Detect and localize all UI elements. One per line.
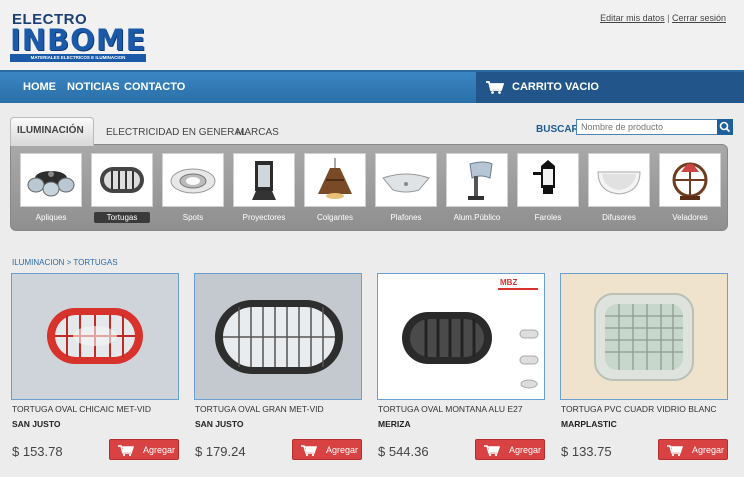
- product-name[interactable]: TORTUGA OVAL MONTANA ALU E27: [378, 404, 523, 414]
- search-icon: [719, 121, 731, 133]
- proyectores-image: [233, 153, 295, 207]
- cart-icon: [484, 445, 500, 456]
- add-button-label: Agregar: [509, 445, 542, 455]
- cart-icon: [486, 81, 504, 94]
- product-name[interactable]: TORTUGA OVAL CHICAIC MET-VID: [12, 404, 151, 414]
- category-label: Veladores: [672, 213, 708, 222]
- product-brand: SAN JUSTO: [12, 419, 61, 429]
- tab-iluminacion[interactable]: ILUMINACIÓN: [10, 117, 94, 146]
- breadcrumb[interactable]: ILUMINACION > TORTUGAS: [12, 258, 118, 267]
- nav-noticias[interactable]: NOTICIAS: [67, 81, 120, 93]
- category-label: Proyectores: [242, 213, 286, 222]
- product-image[interactable]: [11, 273, 179, 400]
- search-button[interactable]: [717, 119, 733, 135]
- apliques-image: [20, 153, 82, 207]
- add-button-label: Agregar: [692, 445, 725, 455]
- plafones-image: [375, 153, 437, 207]
- search-input[interactable]: [576, 119, 718, 135]
- product-brand: MARPLASTIC: [561, 419, 617, 429]
- cart-icon: [667, 445, 683, 456]
- cart-button[interactable]: CARRITO VACIO: [476, 72, 744, 103]
- add-to-cart-button[interactable]: Agregar: [475, 439, 545, 460]
- category-veladores[interactable]: Veladores: [659, 153, 721, 225]
- category-tortugas[interactable]: Tortugas: [91, 153, 153, 225]
- product-name[interactable]: TORTUGA PVC CUADR VIDRIO BLANC: [561, 404, 717, 414]
- category-apliques[interactable]: Apliques: [20, 153, 82, 225]
- edit-profile-link[interactable]: Editar mis datos: [600, 13, 665, 23]
- category-colgantes[interactable]: Colgantes: [304, 153, 366, 225]
- veladores-image: [659, 153, 721, 207]
- logout-link[interactable]: Cerrar sesión: [672, 13, 726, 23]
- faroles-image: [517, 153, 579, 207]
- alum-publico-image: [446, 153, 508, 207]
- cart-icon: [118, 445, 134, 456]
- product-card: TORTUGA OVAL GRAN MET-VID SAN JUSTO $ 17…: [194, 273, 362, 468]
- product-price: $ 133.75: [561, 444, 612, 459]
- product-image[interactable]: MBZ: [377, 273, 545, 400]
- category-label: Tortugas: [94, 212, 150, 223]
- logo-tagline: MATERIALES ELECTRICOS E ILUMINACION: [10, 54, 146, 62]
- product-image[interactable]: [560, 273, 728, 400]
- logo-main-text: INBOME: [10, 23, 147, 57]
- category-label: Plafones: [390, 213, 422, 222]
- category-faroles[interactable]: Faroles: [517, 153, 579, 225]
- product-price: $ 544.36: [378, 444, 429, 459]
- product-brand: SAN JUSTO: [195, 419, 244, 429]
- svg-text:MBZ: MBZ: [500, 278, 517, 287]
- product-name[interactable]: TORTUGA OVAL GRAN MET-VID: [195, 404, 324, 414]
- add-to-cart-button[interactable]: Agregar: [292, 439, 362, 460]
- category-alum-publico[interactable]: Alum.Público: [446, 153, 508, 225]
- category-label: Apliques: [35, 213, 67, 222]
- link-separator: |: [667, 13, 670, 23]
- nav-contacto[interactable]: CONTACTO: [124, 81, 185, 93]
- product-price: $ 153.78: [12, 444, 63, 459]
- product-card: TORTUGA PVC CUADR VIDRIO BLANC MARPLASTI…: [560, 273, 728, 468]
- logo[interactable]: ELECTRO INBOME MATERIALES ELECTRICOS E I…: [10, 12, 150, 62]
- category-plafones[interactable]: Plafones: [375, 153, 437, 225]
- category-label: Colgantes: [316, 213, 354, 222]
- product-image[interactable]: [194, 273, 362, 400]
- category-proyectores[interactable]: Proyectores: [233, 153, 295, 225]
- product-card: MBZ TORTUGA OVAL MONTANA ALU E27 MERIZA …: [377, 273, 545, 468]
- colgantes-image: [304, 153, 366, 207]
- tortugas-image: [91, 153, 153, 207]
- category-label: Difusores: [602, 213, 636, 222]
- nav-home[interactable]: HOME: [23, 81, 56, 93]
- user-links: Editar mis datos | Cerrar sesión: [600, 13, 726, 23]
- header: ELECTRO INBOME MATERIALES ELECTRICOS E I…: [0, 0, 744, 70]
- product-brand: MERIZA: [378, 419, 411, 429]
- difusores-image: [588, 153, 650, 207]
- main-nav: HOME NOTICIAS CONTACTO CARRITO VACIO: [0, 70, 744, 103]
- category-label: Spots: [182, 213, 204, 222]
- search-label: BUSCAR: [536, 124, 579, 135]
- category-panel: Apliques Tortugas Spots Proyectores Colg…: [10, 144, 728, 231]
- add-to-cart-button[interactable]: Agregar: [109, 439, 179, 460]
- add-button-label: Agregar: [143, 445, 176, 455]
- product-price: $ 179.24: [195, 444, 246, 459]
- cart-icon: [301, 445, 317, 456]
- product-card: TORTUGA OVAL CHICAIC MET-VID SAN JUSTO $…: [11, 273, 179, 468]
- category-label: Alum.Público: [453, 213, 501, 222]
- category-label: Faroles: [534, 213, 562, 222]
- cart-label: CARRITO VACIO: [512, 81, 599, 93]
- spots-image: [162, 153, 224, 207]
- add-button-label: Agregar: [326, 445, 359, 455]
- tab-electricidad[interactable]: ELECTRICIDAD EN GENERAL: [106, 120, 247, 144]
- category-spots[interactable]: Spots: [162, 153, 224, 225]
- tab-marcas[interactable]: MARCAS: [236, 120, 279, 144]
- category-difusores[interactable]: Difusores: [588, 153, 650, 225]
- add-to-cart-button[interactable]: Agregar: [658, 439, 728, 460]
